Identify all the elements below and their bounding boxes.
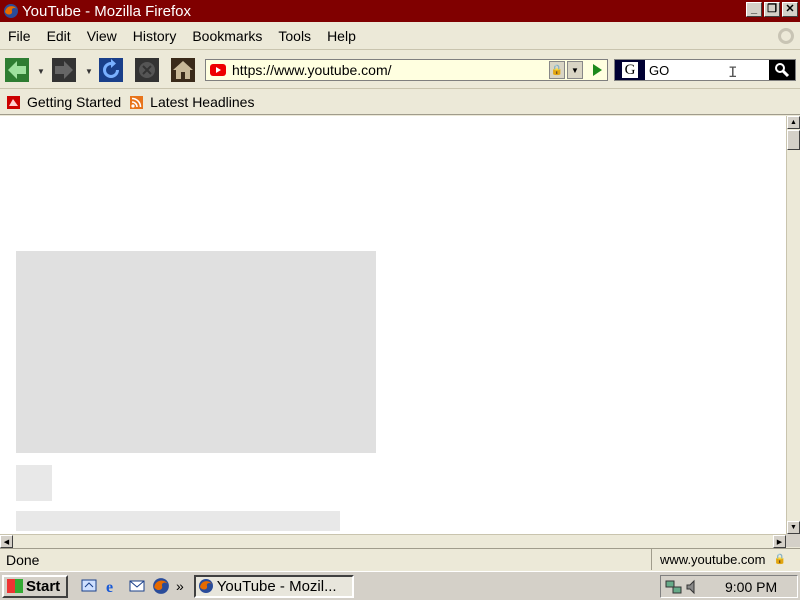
video-thumbnail-placeholder[interactable]	[16, 251, 376, 453]
bookmark-page-icon	[7, 95, 20, 109]
menu-tools[interactable]: Tools	[278, 28, 311, 44]
go-arrow-icon[interactable]	[587, 60, 607, 80]
bookmark-getting-started[interactable]: Getting Started	[6, 94, 121, 110]
bookmark-label: Getting Started	[27, 94, 122, 110]
menu-help[interactable]: Help	[327, 28, 356, 44]
status-text: Done	[0, 549, 652, 570]
bookmarks-toolbar: Getting Started Latest Headlines	[0, 90, 800, 115]
status-host: www.youtube.com	[660, 552, 766, 567]
taskbar-task-firefox[interactable]: YouTube - Mozil...	[193, 574, 354, 598]
scroll-right-arrow-icon[interactable]: ▶	[773, 535, 786, 548]
status-lock-icon[interactable]: 🔒	[774, 554, 786, 565]
start-button[interactable]: Start	[2, 574, 68, 598]
network-icon[interactable]	[665, 579, 683, 595]
task-label: YouTube - Mozil...	[216, 577, 337, 595]
status-bar: Done www.youtube.com 🔒	[0, 548, 800, 570]
avatar-placeholder	[16, 465, 52, 501]
url-dropdown-icon[interactable]: ▼	[567, 61, 583, 79]
stop-icon[interactable]	[134, 57, 160, 83]
windows-logo-icon	[7, 579, 23, 593]
firefox-icon	[4, 4, 18, 18]
scrollbar-corner	[786, 534, 800, 547]
volume-icon[interactable]	[685, 579, 701, 595]
forward-arrow-icon[interactable]	[51, 57, 77, 83]
system-tray: 9:00 PM	[660, 575, 798, 598]
menu-edit[interactable]: Edit	[47, 28, 71, 44]
chevron-right-icon[interactable]: »	[176, 578, 184, 594]
scroll-up-arrow-icon[interactable]: ▲	[787, 116, 800, 129]
firefox-task-icon	[198, 579, 213, 593]
title-bar: YouTube - Mozilla Firefox _ ❐ ✕	[0, 0, 800, 22]
search-button[interactable]	[769, 60, 795, 80]
window-title: YouTube - Mozilla Firefox	[22, 2, 191, 20]
outlook-express-icon[interactable]	[128, 577, 146, 595]
horizontal-scrollbar[interactable]: ◀ ▶	[0, 534, 786, 548]
youtube-favicon-icon	[210, 64, 226, 76]
magnifier-icon	[775, 63, 790, 78]
url-text[interactable]: https://www.youtube.com/	[232, 62, 549, 78]
menu-bookmarks[interactable]: Bookmarks	[192, 28, 262, 44]
url-bar[interactable]: https://www.youtube.com/ 🔒 ▼	[205, 59, 608, 81]
vertical-scroll-thumb[interactable]	[787, 130, 800, 150]
throbber-icon	[778, 28, 794, 44]
menu-file[interactable]: File	[8, 28, 31, 44]
forward-history-arrow-icon[interactable]: ▼	[85, 67, 93, 76]
restore-button[interactable]: ❐	[764, 2, 780, 17]
title-placeholder	[16, 511, 340, 531]
firefox-quicklaunch-icon[interactable]	[152, 577, 170, 595]
text-cursor-icon: I	[728, 64, 738, 82]
bookmark-latest-headlines[interactable]: Latest Headlines	[129, 94, 254, 110]
menu-history[interactable]: History	[133, 28, 177, 44]
clock: 9:00 PM	[725, 578, 778, 595]
taskbar: Start e » YouTube - Mozil... 9:00 PM	[0, 571, 800, 600]
search-input[interactable]: GO	[645, 63, 769, 78]
scroll-left-arrow-icon[interactable]: ◀	[0, 535, 13, 548]
bookmark-label: Latest Headlines	[150, 94, 255, 110]
back-arrow-icon[interactable]	[4, 57, 30, 83]
rss-feed-icon	[130, 95, 144, 109]
search-box[interactable]: G GO	[614, 59, 796, 81]
show-desktop-icon[interactable]	[80, 577, 98, 595]
home-icon[interactable]	[170, 57, 196, 83]
minimize-button[interactable]: _	[746, 2, 762, 17]
menu-view[interactable]: View	[87, 28, 117, 44]
internet-explorer-icon[interactable]: e	[104, 577, 122, 595]
lock-icon[interactable]: 🔒	[549, 61, 565, 79]
status-host-panel: www.youtube.com 🔒	[652, 549, 800, 570]
start-label: Start	[26, 577, 61, 595]
svg-text:e: e	[106, 579, 113, 595]
back-history-arrow-icon[interactable]: ▼	[37, 67, 45, 76]
quick-launch: e »	[80, 577, 184, 595]
search-engine-icon[interactable]: G	[615, 60, 645, 80]
navigation-toolbar: ▼ ▼ https://www.youtube.com/ 🔒 ▼ G GO	[0, 51, 800, 89]
scroll-down-arrow-icon[interactable]: ▼	[787, 521, 800, 534]
reload-icon[interactable]	[98, 57, 124, 83]
page-content	[0, 116, 786, 534]
menu-bar: File Edit View History Bookmarks Tools H…	[0, 22, 800, 50]
close-button[interactable]: ✕	[782, 2, 798, 17]
vertical-scrollbar[interactable]: ▲ ▼	[786, 116, 800, 534]
